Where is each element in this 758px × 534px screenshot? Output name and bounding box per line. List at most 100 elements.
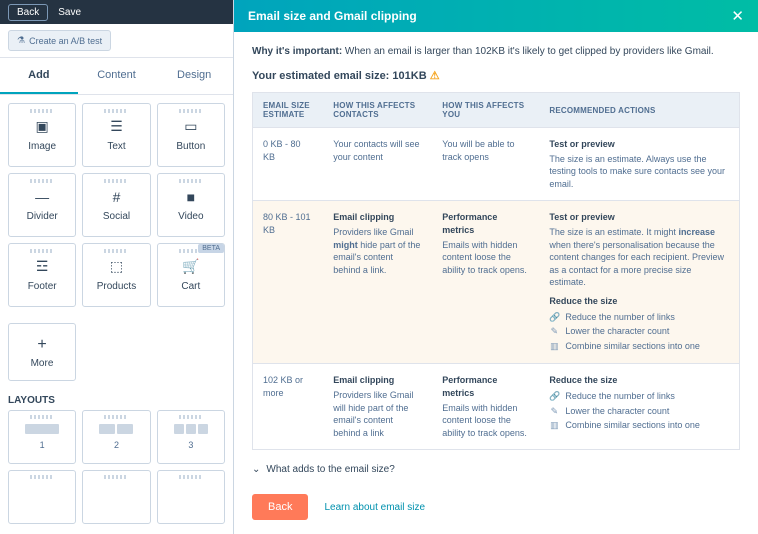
tab-content[interactable]: Content [78,58,156,94]
layouts-grid-row2 [0,470,233,524]
drag-handle-icon [30,475,54,479]
drag-handle-icon [104,415,128,419]
block-label: Cart [181,281,200,292]
size-estimate: Your estimated email size: 101KB ⚠ [252,69,740,82]
learn-more-link[interactable]: Learn about email size [324,502,425,513]
layout-2[interactable]: 2 [82,410,150,464]
cell-contacts: Email clippingProviders like Gmail might… [323,201,432,364]
block-image[interactable]: ▣Image [8,103,76,167]
layout-extra[interactable] [157,470,225,524]
footer-icon: ☲ [33,259,51,275]
text-icon: ☰ [107,119,125,135]
cell-rec: Reduce the size 🔗Reduce the number of li… [539,364,739,450]
block-cart[interactable]: BETA🛒Cart [157,243,225,307]
block-label: Footer [28,281,57,292]
warning-icon: ⚠ [430,70,440,82]
cell-you: You will be able to track opens [432,128,539,201]
estimate-label: Your estimated email size: [252,70,392,82]
panel-header: Email size and Gmail clipping ✕ [234,0,758,32]
video-icon: ■ [182,189,200,205]
editor-sidebar: Back Save ⚗ Create an A/B test Add Conte… [0,0,234,534]
editor-tabs: Add Content Design [0,58,233,95]
back-button[interactable]: Back [8,4,48,21]
drag-handle-icon [30,179,54,183]
drag-handle-icon [179,109,203,113]
table-row: 102 KB or more Email clippingProviders l… [253,364,740,450]
cell-you: Performance metrics Emails with hidden co… [432,364,539,450]
what-adds-title: What adds to the email size? [266,464,394,475]
char-icon: ✎ [549,405,559,418]
layout-vis [174,424,208,434]
divider-icon: — [33,189,51,205]
ab-test-label: Create an A/B test [29,36,102,46]
cell-contacts: Email clippingProviders like Gmail will … [323,364,432,450]
contacts-title: Email clipping [333,211,422,224]
block-label: Products [97,281,136,292]
what-adds-section: ⌄What adds to the email size? 🔗The numbe… [252,464,740,480]
block-text[interactable]: ☰Text [82,103,150,167]
cell-rec: Test or preview The size is an estimate.… [539,201,739,364]
layout-extra[interactable] [8,470,76,524]
intro-label: Why it's important: [252,46,342,57]
layout-1[interactable]: 1 [8,410,76,464]
rec-title: Test or preview [549,138,729,151]
drag-handle-icon [179,179,203,183]
layout-3[interactable]: 3 [157,410,225,464]
cell-you: Performance metrics Emails with hidden co… [432,201,539,364]
block-label: Button [176,141,205,152]
layout-extra[interactable] [82,470,150,524]
block-social[interactable]: #Social [82,173,150,237]
you-title: Performance metrics [442,211,529,236]
tab-design[interactable]: Design [155,58,233,94]
chevron-down-icon: ⌄ [252,464,260,475]
rec-action: ▥Combine similar sections into one [549,339,729,354]
back-button-footer[interactable]: Back [252,494,308,520]
rec-sub: Reduce the size [549,295,729,308]
block-label: Divider [27,211,58,222]
you-text: Emails with hidden content loose the abi… [442,240,527,275]
what-adds-toggle[interactable]: ⌄ What adds to the email size? [252,464,740,475]
block-video[interactable]: ■ Video [157,173,225,237]
cell-range: 102 KB or more [253,364,324,450]
estimate-value: 101KB [392,70,426,82]
t: Combine similar sections into one [565,419,700,432]
close-icon[interactable]: ✕ [731,9,744,24]
block-label: Video [178,211,203,222]
you-title: Performance metrics [442,374,529,399]
block-button[interactable]: ▭Button [157,103,225,167]
layout-vis [25,424,59,434]
col-contacts: HOW THIS AFFECTS CONTACTS [323,93,432,128]
more-button[interactable]: + More [8,323,76,381]
rec-title: Test or preview [549,211,729,224]
panel-title: Email size and Gmail clipping [248,9,417,23]
block-products[interactable]: ⬚ Products [82,243,150,307]
create-ab-test-button[interactable]: ⚗ Create an A/B test [8,30,111,51]
drag-handle-icon [30,415,54,419]
drag-handle-icon [104,475,128,479]
rec-title: Reduce the size [549,374,729,387]
products-icon: ⬚ [107,259,125,275]
intro-text: Why it's important: When an email is lar… [252,46,740,57]
sections-icon: ▥ [549,340,559,353]
rec-action: 🔗Reduce the number of links [549,310,729,325]
save-link[interactable]: Save [58,7,81,18]
col-you: HOW THIS AFFECTS YOU [432,93,539,128]
cart-icon: 🛒 [182,259,200,275]
plus-icon: + [37,336,46,354]
cell-range: 80 KB - 101 KB [253,201,324,364]
you-text: Emails with hidden content loose the abi… [442,403,527,438]
drag-handle-icon [179,475,203,479]
editor-topbar: Back Save [0,0,233,24]
table-row: 0 KB - 80 KB Your contacts will see your… [253,128,740,201]
tab-add[interactable]: Add [0,58,78,94]
social-icon: # [107,189,125,205]
block-footer[interactable]: ☲ Footer [8,243,76,307]
block-label: Image [28,141,56,152]
t: Reduce the number of links [565,390,675,403]
beaker-icon: ⚗ [17,35,25,46]
abtest-bar: ⚗ Create an A/B test [0,24,233,58]
t: Lower the character count [565,325,669,338]
size-table: EMAIL SIZE ESTIMATE HOW THIS AFFECTS CON… [252,92,740,450]
block-divider[interactable]: — Divider [8,173,76,237]
cell-contacts: Your contacts will see your content [323,128,432,201]
